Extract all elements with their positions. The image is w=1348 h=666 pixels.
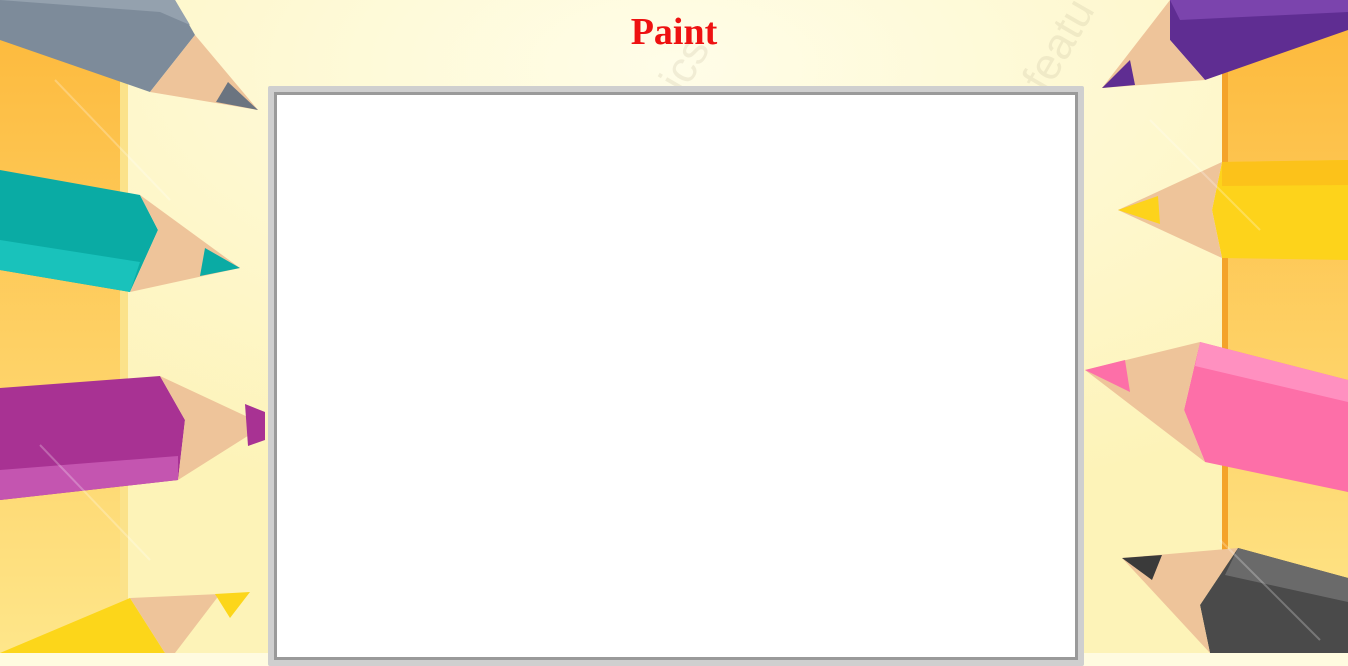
drawing-canvas[interactable] [274,92,1078,660]
left-side-panel [0,0,128,653]
canvas-frame [268,86,1084,666]
page-title: Paint [630,11,718,53]
